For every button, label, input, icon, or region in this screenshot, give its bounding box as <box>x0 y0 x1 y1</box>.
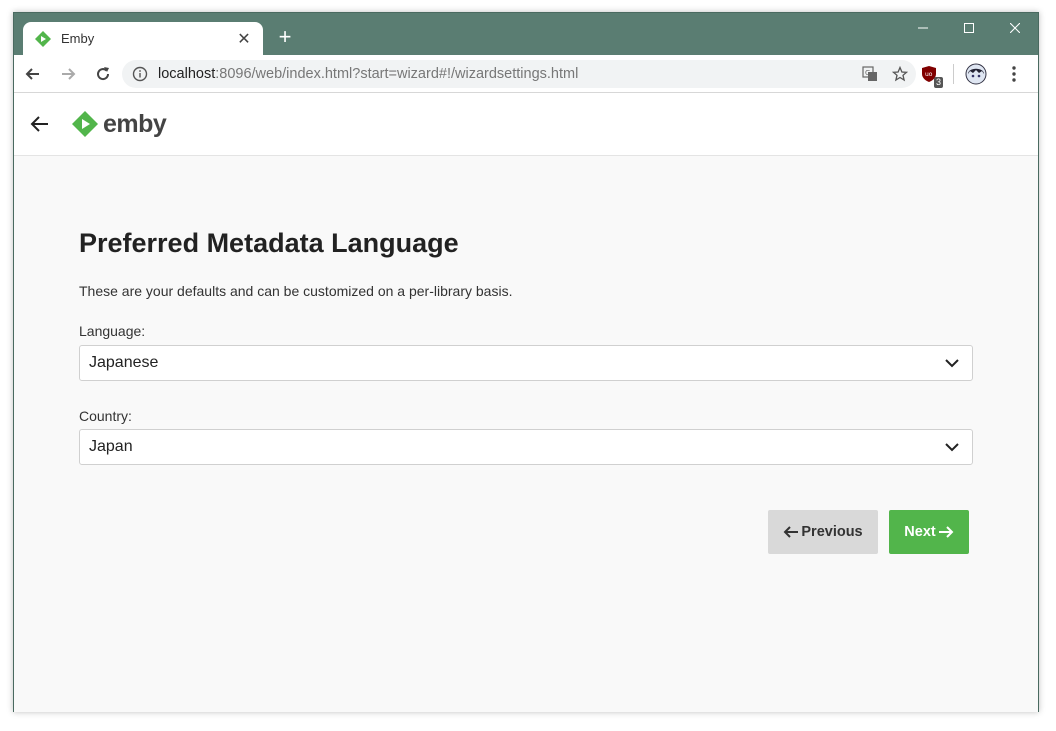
star-icon[interactable] <box>890 64 910 84</box>
reload-icon[interactable] <box>87 58 119 90</box>
emby-favicon-icon <box>35 30 51 47</box>
tab-close-icon[interactable]: ✕ <box>235 29 253 49</box>
extensions-area: uo 3 <box>915 60 1038 88</box>
app-header: emby <box>14 93 1038 156</box>
maximize-button[interactable] <box>946 13 992 43</box>
toolbar-separator <box>953 64 954 84</box>
language-value: Japanese <box>89 354 159 371</box>
translate-icon[interactable]: G <box>860 64 880 84</box>
browser-toolbar: localhost:8096/web/index.html?start=wiza… <box>14 55 1038 93</box>
back-arrow-icon[interactable] <box>28 112 52 136</box>
country-label: Country: <box>79 408 132 424</box>
address-bar[interactable]: localhost:8096/web/index.html?start=wiza… <box>122 60 916 88</box>
browser-tab[interactable]: Emby ✕ <box>23 22 263 55</box>
back-arrow-icon[interactable] <box>17 58 49 90</box>
page-viewport: emby Preferred Metadata Language These a… <box>14 93 1038 712</box>
country-select[interactable]: Japan <box>79 429 973 465</box>
extension-badge: 3 <box>933 77 943 88</box>
close-window-button[interactable] <box>992 13 1038 43</box>
svg-text:G: G <box>865 69 870 77</box>
page-title: Preferred Metadata Language <box>79 228 459 258</box>
chevron-down-icon <box>942 353 962 373</box>
next-label: Next <box>904 524 936 540</box>
emby-logo[interactable]: emby <box>71 109 167 139</box>
profile-avatar-icon[interactable] <box>962 60 990 88</box>
title-bar: Emby ✕ + <box>14 13 1038 55</box>
wizard-description: These are your defaults and can be custo… <box>79 283 513 299</box>
next-button[interactable]: Next <box>889 510 969 554</box>
previous-button[interactable]: Previous <box>768 510 878 554</box>
window-controls <box>900 13 1038 43</box>
url-host: localhost <box>158 66 216 82</box>
url-text[interactable]: localhost:8096/web/index.html?start=wiza… <box>158 66 578 82</box>
url-path: :8096/web/index.html?start=wizard#!/wiza… <box>215 66 579 82</box>
language-select[interactable]: Japanese <box>79 345 973 381</box>
browser-window: Emby ✕ + localhost:8096/web/index.html?s… <box>13 12 1039 712</box>
language-label: Language: <box>79 323 146 339</box>
emby-logo-icon <box>72 111 98 137</box>
arrow-left-icon <box>783 526 799 538</box>
ublock-icon[interactable]: uo 3 <box>915 60 943 88</box>
svg-text:uo: uo <box>925 71 933 78</box>
previous-label: Previous <box>801 524 863 540</box>
menu-dots-icon[interactable] <box>1000 60 1028 88</box>
forward-arrow-icon[interactable] <box>52 58 84 90</box>
minimize-button[interactable] <box>900 13 946 43</box>
country-value: Japan <box>89 438 133 455</box>
tab-title: Emby <box>61 31 95 46</box>
logo-text: emby <box>103 109 167 138</box>
arrow-right-icon <box>938 526 954 538</box>
omnibox-actions: G <box>860 64 910 84</box>
chevron-down-icon <box>942 437 962 457</box>
info-icon[interactable] <box>132 66 148 82</box>
new-tab-button[interactable]: + <box>274 26 296 48</box>
